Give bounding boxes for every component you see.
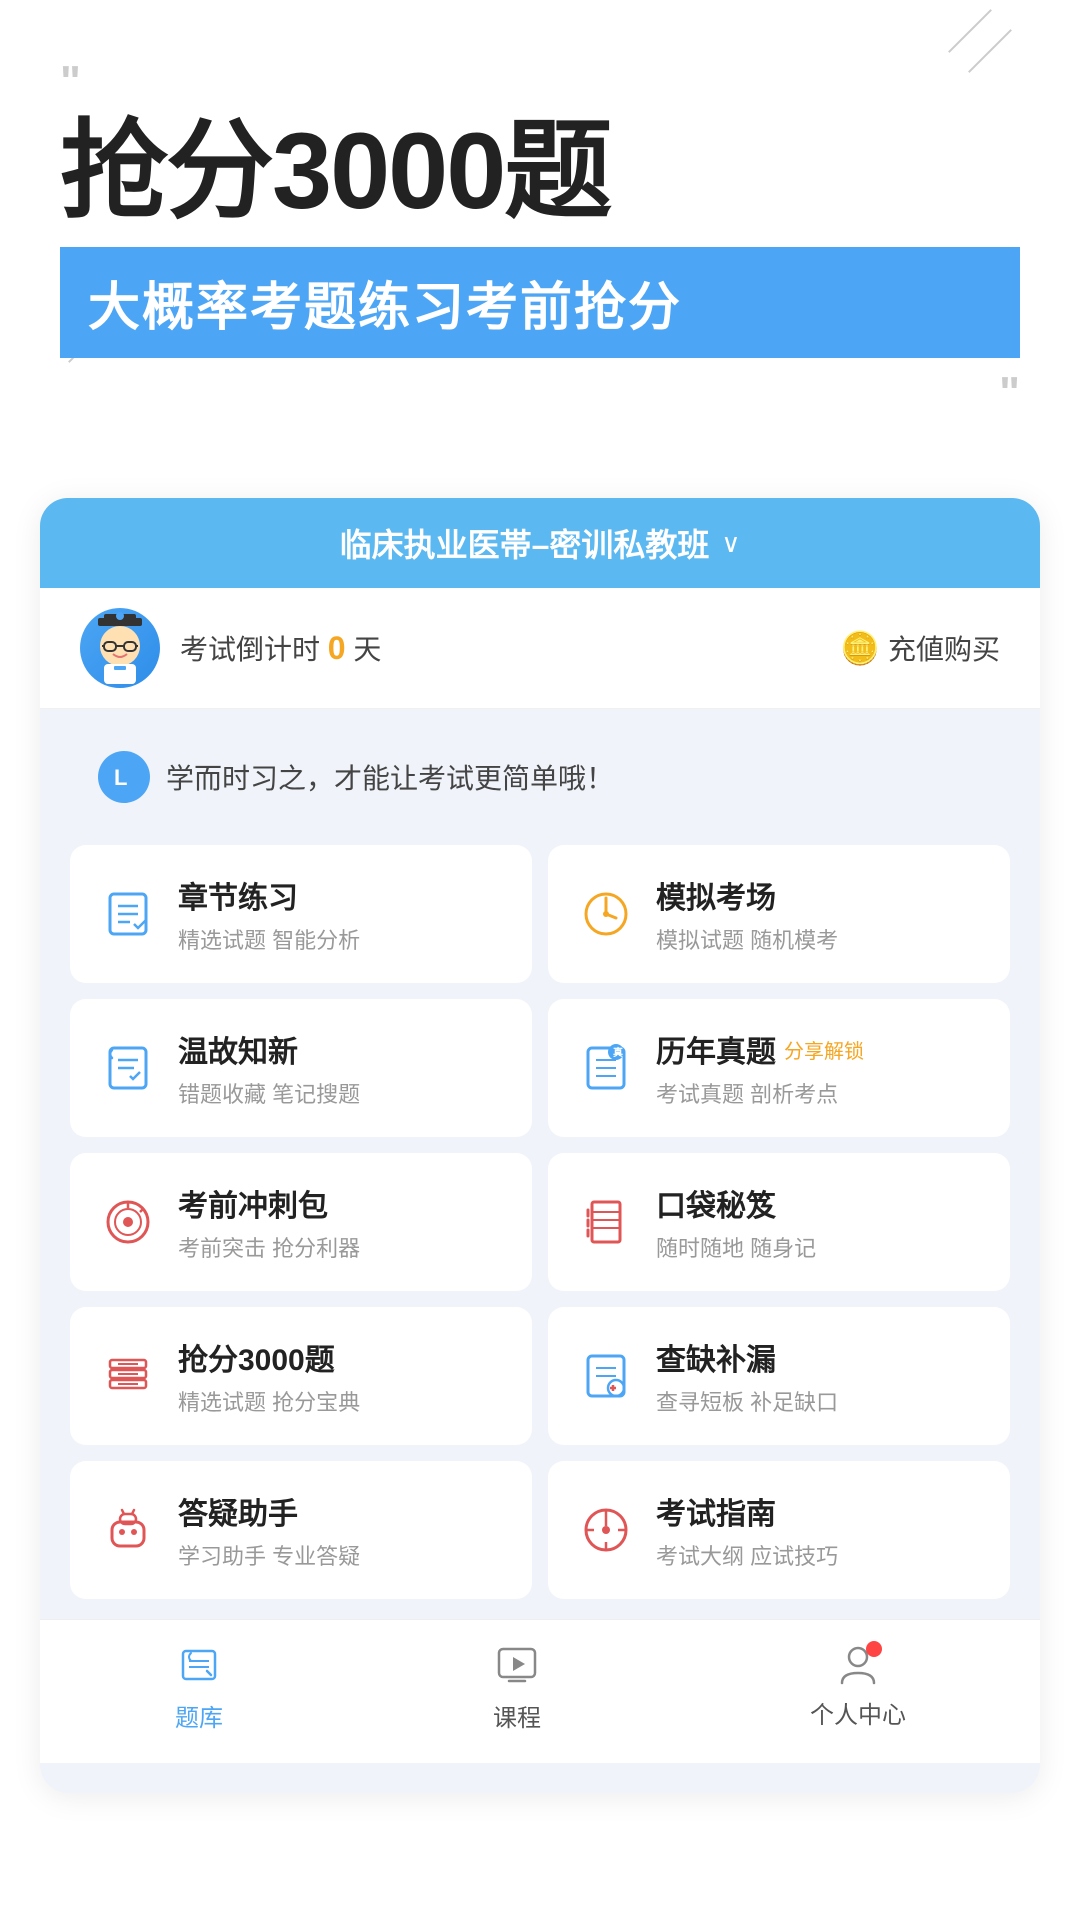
nav-item-profile[interactable]: 个人中心: [810, 1643, 906, 1730]
quote-open: ": [60, 60, 1020, 104]
menu-grid: 章节练习 精选试题 智能分析 模拟考场 模拟试题 随机模考: [70, 845, 1010, 1599]
app-card: 临床执业医帯–密训私教班 ∨: [40, 498, 1040, 1793]
menu-item-fill-gaps[interactable]: 查缺补漏 查寻短板 补足缺口: [548, 1307, 1010, 1445]
nav-icon-profile-wrapper: [836, 1643, 880, 1687]
mock-exam-subtitle: 模拟试题 随机模考: [656, 923, 838, 955]
qa-assistant-text: 答疑助手 学习助手 专业答疑: [178, 1489, 360, 1571]
countdown-label: 考试倒计时: [180, 634, 320, 665]
menu-item-past-exams[interactable]: 真 历年真题 分享解锁 考试真题 剖析考点: [548, 999, 1010, 1137]
exam-sprint-title: 考前冲刺包: [178, 1181, 360, 1225]
nav-label-courses: 课程: [493, 1698, 541, 1733]
app-header[interactable]: 临床执业医帯–密训私教班 ∨: [40, 498, 1040, 588]
countdown-unit: 天: [353, 634, 381, 665]
profile-left: 考试倒计时 0 天: [80, 608, 381, 688]
svg-text:真: 真: [613, 1046, 623, 1059]
qa-assistant-title: 答疑助手: [178, 1489, 360, 1533]
review-subtitle: 错题收藏 笔记搜题: [178, 1077, 360, 1109]
mock-exam-title: 模拟考场: [656, 873, 838, 917]
fill-gaps-title: 查缺补漏: [656, 1335, 838, 1379]
nav-icon-question-bank: [174, 1640, 224, 1690]
hero-subtitle-bar: 大概率考题练习考前抢分: [60, 247, 1020, 358]
nav-item-question-bank[interactable]: 题库: [174, 1640, 224, 1733]
avatar: [80, 608, 160, 688]
chapter-practice-subtitle: 精选试题 智能分析: [178, 923, 360, 955]
countdown-days: 0: [328, 630, 346, 666]
grab-3000-title: 抢分3000题: [178, 1335, 360, 1379]
menu-item-qa-assistant[interactable]: 答疑助手 学习助手 专业答疑: [70, 1461, 532, 1599]
qa-assistant-subtitle: 学习助手 专业答疑: [178, 1539, 360, 1571]
review-text: 温故知新 错题收藏 笔记搜题: [178, 1027, 360, 1109]
menu-item-review[interactable]: 温故知新 错题收藏 笔记搜题: [70, 999, 532, 1137]
fill-gaps-icon: [576, 1346, 636, 1406]
svg-text:L: L: [114, 765, 127, 790]
menu-item-exam-guide[interactable]: 考试指南 考试大纲 应试技巧: [548, 1461, 1010, 1599]
nav-label-profile: 个人中心: [810, 1695, 906, 1730]
chapter-practice-title: 章节练习: [178, 873, 360, 917]
nav-label-question-bank: 题库: [175, 1698, 223, 1733]
pocket-notes-title: 口袋秘笈: [656, 1181, 816, 1225]
coin-icon: 🪙: [840, 629, 880, 667]
exam-sprint-text: 考前冲刺包 考前突击 抢分利器: [178, 1181, 360, 1263]
exam-guide-icon: [576, 1500, 636, 1560]
profile-row: 考试倒计时 0 天 🪙 充値购买: [40, 588, 1040, 709]
exam-guide-title: 考试指南: [656, 1489, 838, 1533]
nav-icon-courses: [492, 1640, 542, 1690]
past-exams-text: 历年真题 分享解锁 考试真题 剖析考点: [656, 1027, 864, 1109]
hero-title: 抢分3000题: [60, 114, 1020, 227]
nav-item-courses[interactable]: 课程: [492, 1640, 542, 1733]
bottom-nav: 题库 课程 个人中心: [40, 1619, 1040, 1763]
recharge-button[interactable]: 🪙 充値购买: [840, 628, 1000, 668]
past-exams-subtitle: 考试真题 剖析考点: [656, 1077, 864, 1109]
past-exams-title: 历年真题 分享解锁: [656, 1027, 864, 1071]
menu-item-exam-sprint[interactable]: 考前冲刺包 考前突击 抢分利器: [70, 1153, 532, 1291]
grab-3000-subtitle: 精选试题 抢分宝典: [178, 1385, 360, 1417]
menu-item-pocket-notes[interactable]: 口袋秘笈 随时随地 随身记: [548, 1153, 1010, 1291]
qa-assistant-icon: [98, 1500, 158, 1560]
pocket-notes-subtitle: 随时随地 随身记: [656, 1231, 816, 1263]
avatar-illustration: [80, 608, 160, 688]
notice-icon: L: [98, 751, 150, 803]
chapter-practice-text: 章节练习 精选试题 智能分析: [178, 873, 360, 955]
mock-exam-text: 模拟考场 模拟试题 随机模考: [656, 873, 838, 955]
menu-item-mock-exam[interactable]: 模拟考场 模拟试题 随机模考: [548, 845, 1010, 983]
fill-gaps-text: 查缺补漏 查寻短板 补足缺口: [656, 1335, 838, 1417]
chevron-down-icon: ∨: [721, 528, 740, 559]
notice-bar: L 学而时习之，才能让考试更简单哦！: [70, 729, 1010, 825]
fill-gaps-subtitle: 查寻短板 补足缺口: [656, 1385, 838, 1417]
exam-sprint-subtitle: 考前突击 抢分利器: [178, 1231, 360, 1263]
pocket-notes-icon: [576, 1192, 636, 1252]
hero-subtitle: 大概率考题练习考前抢分: [88, 279, 682, 337]
app-header-title: 临床执业医帯–密训私教班: [340, 520, 710, 566]
review-icon: [98, 1038, 158, 1098]
recharge-label: 充値购买: [888, 628, 1000, 668]
notice-text: 学而时习之，才能让考试更简单哦！: [166, 757, 614, 797]
menu-item-grab-3000[interactable]: 抢分3000题 精选试题 抢分宝典: [70, 1307, 532, 1445]
unlock-badge: 分享解锁: [784, 1035, 864, 1064]
grab-3000-text: 抢分3000题 精选试题 抢分宝典: [178, 1335, 360, 1417]
quote-close: ": [60, 368, 1020, 418]
grab-3000-icon: [98, 1346, 158, 1406]
mock-exam-icon: [576, 884, 636, 944]
review-title: 温故知新: [178, 1027, 360, 1071]
exam-guide-text: 考试指南 考试大纲 应试技巧: [656, 1489, 838, 1571]
deco-line-1: [948, 9, 992, 53]
letter-icon: L: [108, 761, 140, 793]
exam-guide-subtitle: 考试大纲 应试技巧: [656, 1539, 838, 1571]
menu-item-chapter-practice[interactable]: 章节练习 精选试题 智能分析: [70, 845, 532, 983]
past-exams-icon: 真: [576, 1038, 636, 1098]
exam-sprint-icon: [98, 1192, 158, 1252]
exam-countdown: 考试倒计时 0 天: [180, 628, 381, 668]
chapter-practice-icon: [98, 884, 158, 944]
hero-section: " 抢分3000题 大概率考题练习考前抢分 ": [0, 0, 1080, 458]
pocket-notes-text: 口袋秘笈 随时随地 随身记: [656, 1181, 816, 1263]
